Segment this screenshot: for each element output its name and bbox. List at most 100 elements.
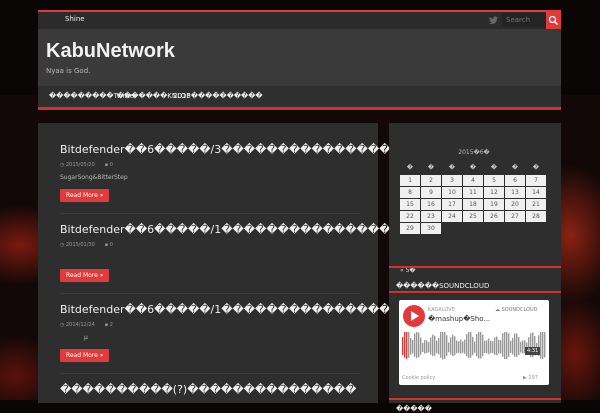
calendar-day: 25 xyxy=(463,211,483,222)
waveform-bar xyxy=(502,333,504,357)
calendar-day: 1 xyxy=(400,175,420,186)
post-excerpt xyxy=(60,254,360,262)
waveform-bar xyxy=(448,342,450,353)
post-title[interactable]: Bitdefender��6�����/1������������������μ… xyxy=(60,223,488,236)
soundcloud-track[interactable]: �mashup�Sho... xyxy=(428,315,490,323)
post-title[interactable]: Bitdefender��6�����/1������������������μ… xyxy=(60,303,454,316)
sidebar-widget-title: ����� xyxy=(396,405,432,413)
waveform-bar xyxy=(514,333,516,357)
waveform-bar xyxy=(446,335,448,356)
soundcloud-user[interactable]: KAGALOVE xyxy=(428,307,455,313)
waveform-bar xyxy=(470,332,472,358)
post-item: Bitdefender��6�����/1������������������μ… xyxy=(60,223,488,282)
twitter-icon[interactable] xyxy=(489,16,498,24)
calendar-weekday: � xyxy=(448,164,456,171)
waveform-bar xyxy=(474,341,476,353)
site-header: KabuNetwork Nyaa is God. xyxy=(38,29,561,86)
waveform-bar xyxy=(444,332,446,359)
post-comments[interactable]: ▪ 0 xyxy=(105,162,113,168)
calendar-day: 28 xyxy=(526,211,546,222)
waveform-bar xyxy=(442,332,444,360)
calendar-day: 15 xyxy=(400,199,420,210)
site-description: Nyaa is God. xyxy=(46,67,91,75)
post-comments[interactable]: ▪ 2 xyxy=(105,322,113,328)
waveform-bar xyxy=(430,337,432,355)
waveform-bar xyxy=(478,332,480,359)
waveform-bar xyxy=(402,337,404,355)
post-comments[interactable]: ▪ 0 xyxy=(105,242,113,248)
waveform-bar xyxy=(414,333,416,357)
waveform-bar xyxy=(406,332,408,359)
waveform-bar xyxy=(544,332,546,358)
waveform-bar xyxy=(542,332,544,360)
calendar-day: 18 xyxy=(463,199,483,210)
page-wrapper: Shine KabuNetwork Nyaa is God. ���������… xyxy=(38,10,561,413)
waveform-bar xyxy=(482,334,484,357)
calendar-day: 29 xyxy=(400,223,420,234)
waveform-bar xyxy=(520,341,522,353)
track-duration: 4:31 xyxy=(525,347,541,355)
waveform-bar xyxy=(498,339,500,354)
calendar-empty xyxy=(484,223,504,234)
calendar-prev-month[interactable]: « 5� xyxy=(400,267,416,274)
waveform-bar xyxy=(496,336,498,356)
waveform-bar xyxy=(452,334,454,357)
calendar-day: 26 xyxy=(484,211,504,222)
widget-divider xyxy=(389,291,561,293)
calendar-caption: 2015�6� xyxy=(458,149,490,156)
waveform-bar xyxy=(506,332,508,360)
waveform-bar xyxy=(408,332,410,358)
waveform-bar xyxy=(404,332,406,358)
calendar-day: 9 xyxy=(421,187,441,198)
waveform-bar xyxy=(456,340,458,354)
nav-item-2015[interactable]: 2015���������� xyxy=(173,92,263,100)
post-meta: ◷ 2014/12/24 ▪ 2 xyxy=(60,322,360,328)
post-title[interactable]: ����������(?)��������������� xyxy=(60,383,360,396)
read-more-button[interactable]: Read More » xyxy=(60,269,110,282)
waveform-bar xyxy=(418,332,420,358)
site-title[interactable]: KabuNetwork xyxy=(46,40,175,63)
top-link-shine[interactable]: Shine xyxy=(65,15,85,23)
calendar-weekday: � xyxy=(427,164,435,171)
waveform-bar xyxy=(488,338,490,355)
calendar-day: 27 xyxy=(505,211,525,222)
waveform-bar xyxy=(484,340,486,354)
soundcloud-player: KAGALOVE �mashup�Sho... ☁ SOUNDCLOUD 4:3… xyxy=(399,300,549,385)
post-item: ����������(?)��������������� xyxy=(60,383,360,396)
calendar-day: 10 xyxy=(442,187,462,198)
search-button[interactable] xyxy=(546,12,561,29)
post-title[interactable]: Bitdefender��6�����/3�����������������μ�… xyxy=(60,143,477,156)
calendar-day: 6 xyxy=(505,175,525,186)
waveform-bar xyxy=(494,337,496,355)
post-date: ◷ 2015/05/20 xyxy=(60,162,95,168)
waveform-bar xyxy=(510,340,512,354)
waveform-bar xyxy=(460,339,462,354)
calendar-day: 4 xyxy=(463,175,483,186)
read-more-button[interactable]: Read More » xyxy=(60,349,110,362)
cookie-policy-link[interactable]: Cookie policy xyxy=(402,375,435,381)
waveform-bar xyxy=(516,333,518,357)
divider xyxy=(60,293,360,294)
post-date: ◷ 2014/12/24 xyxy=(60,322,95,328)
waveform-bar xyxy=(476,334,478,357)
calendar-empty xyxy=(505,223,525,234)
read-more-button[interactable]: Read More » xyxy=(60,189,110,202)
soundcloud-logo[interactable]: ☁ SOUNDCLOUD xyxy=(495,307,538,313)
calendar-weekday: � xyxy=(469,164,477,171)
calendar-empty xyxy=(526,223,546,234)
play-button[interactable] xyxy=(403,305,425,327)
calendar-weekday: � xyxy=(406,164,414,171)
waveform-bar xyxy=(480,332,482,359)
calendar-day: 23 xyxy=(421,211,441,222)
waveform-bar xyxy=(472,336,474,356)
search-icon xyxy=(548,15,559,26)
waveform-bar xyxy=(422,342,424,353)
search-input[interactable] xyxy=(502,13,546,27)
waveform-bar xyxy=(492,341,494,353)
post-excerpt: μ xyxy=(84,334,88,341)
post-item: Bitdefender��6�����/3�����������������μ�… xyxy=(60,143,477,202)
waveform-bar xyxy=(462,341,464,353)
waveform-bar xyxy=(436,340,438,354)
calendar-grid: � � � � � � � 1 2 3 4 5 6 7 8 9 10 11 12 13 14 15 16 17 18 19 20 21… xyxy=(400,162,546,234)
waveform-bar xyxy=(512,337,514,355)
